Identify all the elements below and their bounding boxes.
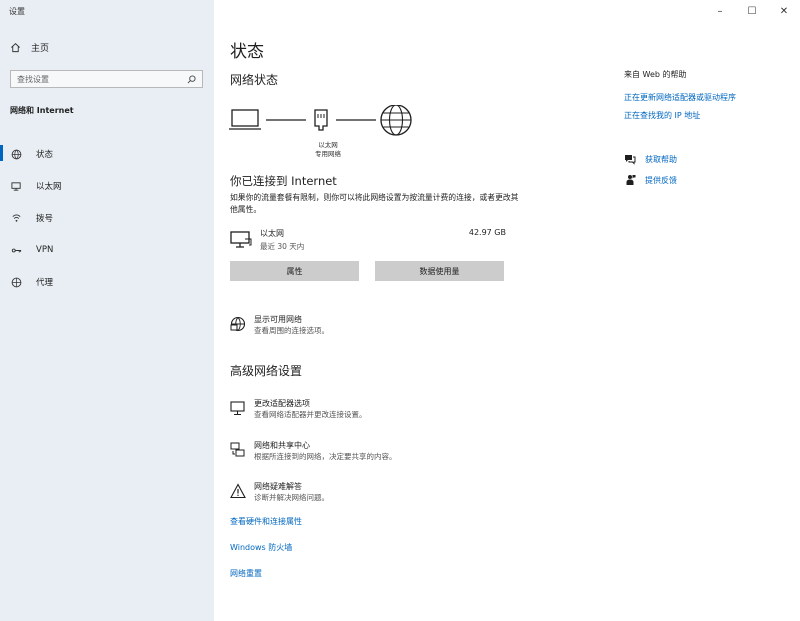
home-icon — [11, 43, 20, 53]
help-title: 来自 Web 的帮助 — [624, 70, 687, 79]
app-title: 设置 — [9, 7, 25, 16]
change-adapter-options[interactable]: 更改适配器选项 查看网络适配器并更改连接设置。 — [230, 398, 530, 422]
laptop-icon — [229, 109, 261, 130]
network-sharing-center[interactable]: 网络和共享中心 根据所连接到的网络，决定要共享的内容。 — [230, 440, 530, 464]
connected-title: 你已连接到 Internet — [230, 174, 337, 188]
ethernet-icon — [11, 181, 21, 191]
help-link-update-adapter[interactable]: 正在更新网络适配器或驱动程序 — [624, 92, 736, 103]
properties-button[interactable]: 属性 — [230, 261, 359, 281]
diagram-caption: 以太网 专用网络 — [306, 141, 350, 159]
troubleshooter-title: 网络疑难解答 — [254, 482, 302, 491]
sidebar-item-proxy[interactable]: 代理 — [0, 266, 214, 298]
network-reset-link[interactable]: 网络重置 — [230, 568, 262, 579]
home-label: 主页 — [31, 44, 50, 54]
internet-globe-icon — [380, 105, 412, 136]
adapter-usage-row: 以太网 最近 30 天内 42.97 GB — [230, 228, 506, 254]
feedback-link[interactable]: 提供反馈 — [624, 174, 677, 186]
globe-network-icon — [230, 316, 246, 332]
diagram-ethernet-label: 以太网 — [318, 141, 338, 149]
hardware-properties-link[interactable]: 查看硬件和连接属性 — [230, 516, 302, 527]
adapter-name: 以太网 — [260, 229, 284, 238]
pc-monitor-icon — [230, 231, 252, 248]
sidebar-item-dialup[interactable]: 拨号 — [0, 202, 214, 234]
help-link-find-ip[interactable]: 正在查找我的 IP 地址 — [624, 110, 700, 121]
ethernet-port-icon — [314, 109, 328, 131]
show-available-networks[interactable]: 显示可用网络 查看周围的连接选项。 — [230, 314, 530, 338]
sharing-center-icon — [230, 442, 245, 457]
show-networks-title: 显示可用网络 — [254, 315, 302, 324]
show-networks-desc: 查看周围的连接选项。 — [254, 326, 329, 335]
globe-status-icon — [11, 149, 22, 159]
get-help-label: 获取帮助 — [645, 154, 677, 164]
sidebar-item-vpn[interactable]: VPN — [0, 234, 214, 266]
advanced-settings-title: 高级网络设置 — [230, 364, 303, 378]
diagram-network-label: 专用网络 — [315, 150, 341, 158]
firewall-link[interactable]: Windows 防火墙 — [230, 542, 292, 553]
network-status-title: 网络状态 — [230, 73, 279, 87]
sidebar-item-label: 状态 — [36, 150, 54, 160]
warning-icon — [230, 483, 246, 499]
adapter-icon — [230, 401, 245, 416]
sidebar-item-status[interactable]: 状态 — [0, 138, 214, 170]
sharing-center-desc: 根据所连接到的网络，决定要共享的内容。 — [254, 452, 397, 461]
search-input[interactable] — [17, 74, 167, 84]
feedback-person-icon — [626, 175, 636, 185]
adapter-data-usage: 42.97 GB — [468, 228, 506, 237]
connected-description: 如果你的流量套餐有限制，则你可以将此网络设置为按流量计费的连接，或者更改其他属性… — [230, 193, 519, 214]
feedback-label: 提供反馈 — [645, 175, 677, 185]
vpn-icon — [11, 248, 22, 252]
adapter-period: 最近 30 天内 — [260, 242, 305, 251]
sidebar-item-label: 代理 — [36, 278, 54, 288]
home-button[interactable]: 主页 — [10, 41, 49, 54]
sidebar-item-label: 以太网 — [36, 182, 62, 192]
chat-help-icon — [625, 155, 636, 165]
network-troubleshooter[interactable]: 网络疑难解答 诊断并解决网络问题。 — [230, 481, 530, 505]
sidebar-item-label: 拨号 — [36, 214, 54, 224]
get-help-link[interactable]: 获取帮助 — [624, 153, 677, 165]
data-usage-button[interactable]: 数据使用量 — [375, 261, 504, 281]
search-icon[interactable] — [187, 74, 196, 84]
sidebar-item-ethernet[interactable]: 以太网 — [0, 170, 214, 202]
search-box[interactable] — [10, 70, 203, 88]
page-title: 状态 — [230, 42, 264, 62]
globe-icon — [11, 277, 22, 287]
sidebar-item-label: VPN — [36, 245, 54, 255]
troubleshooter-desc: 诊断并解决网络问题。 — [254, 493, 329, 502]
dialup-icon — [12, 213, 21, 222]
sidebar: 设置 主页 网络和 Internet 状态 以太网 拨号 VPN 代理 — [0, 0, 214, 621]
adapter-options-title: 更改适配器选项 — [254, 399, 310, 408]
sharing-center-title: 网络和共享中心 — [254, 441, 310, 450]
adapter-options-desc: 查看网络适配器并更改连接设置。 — [254, 410, 367, 419]
nav-list: 状态 以太网 拨号 VPN 代理 — [0, 138, 214, 298]
section-title: 网络和 Internet — [10, 106, 74, 115]
